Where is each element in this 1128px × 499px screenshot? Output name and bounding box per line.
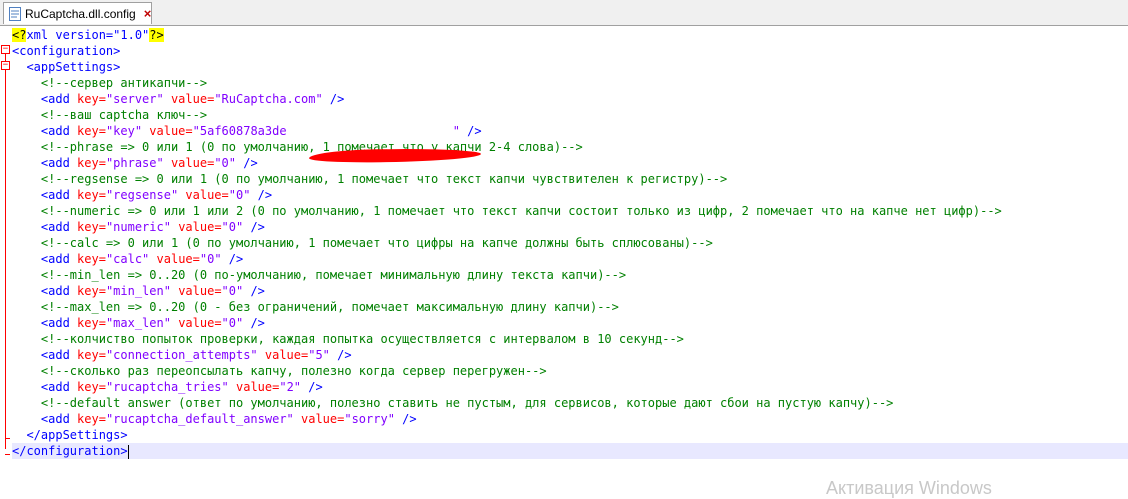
code-line: <?xml version="1.0"?> [12,28,164,42]
code-line: <add key="key" value="5af60878a3de " /> [12,124,482,138]
tab-label: RuCaptcha.dll.config [25,6,136,21]
code-line: <add key="max_len" value="0" /> [12,316,265,330]
code-line: <add key="regsense" value="0" /> [12,188,273,202]
code-line: <add key="numeric" value="0" /> [12,220,265,234]
code-line: <!--regsense => 0 или 1 (0 по умолчанию,… [12,172,728,186]
code-line: <add key="server" value="RuCaptcha.com" … [12,92,345,106]
close-icon[interactable]: × [144,6,152,21]
fold-toggle-configuration-icon[interactable]: − [1,45,10,54]
code-line: <!--ваш captcha ключ--> [12,108,208,122]
code-editor[interactable]: − − <?xml version="1.0"?> <configuration… [0,26,1128,496]
tab-rucaptcha-config[interactable]: RuCaptcha.dll.config × [3,2,152,24]
text-caret [127,444,129,459]
tab-bar: RuCaptcha.dll.config × [0,0,1128,26]
code-line: <add key="min_len" value="0" /> [12,284,265,298]
code-line: <!--default answer (ответ по умолчанию, … [12,396,894,410]
fold-margin: − − [0,26,12,496]
code-line: <!--min_len => 0..20 (0 по-умолчанию, по… [12,268,627,282]
fold-end-marker [5,454,10,455]
fold-end-marker [5,438,10,439]
fold-line [5,54,6,449]
code-line: <configuration> [12,44,121,58]
code-line: <appSettings> [12,60,121,74]
code-line: <add key="calc" value="0" /> [12,252,244,266]
code-line: <add key="rucaptcha_default_answer" valu… [12,412,417,426]
file-icon [9,6,21,21]
code-line: <!--phrase => 0 или 1 (0 по умолчанию, 1… [12,140,583,154]
code-line: <add key="connection_attempts" value="5"… [12,348,352,362]
code-line: <!--calc => 0 или 1 (0 по умолчанию, 1 п… [12,236,713,250]
fold-toggle-appsettings-icon[interactable]: − [1,61,10,70]
code-line: <!--numeric => 0 или 1 или 2 (0 по умолч… [12,204,1002,218]
code-line: <!--max_len => 0..20 (0 - без ограничени… [12,300,619,314]
code-line: </appSettings> [12,428,128,442]
code-line: <!--сколько раз переопсылать капчу, поле… [12,364,547,378]
code-line-current: </configuration> [12,443,1128,459]
code-line: <!--сервер антикапчи--> [12,76,208,90]
code-line: <add key="phrase" value="0" /> [12,156,258,170]
code-line: <!--колчиство попыток проверки, каждая п… [12,332,684,346]
code-line: <add key="rucaptcha_tries" value="2" /> [12,380,323,394]
